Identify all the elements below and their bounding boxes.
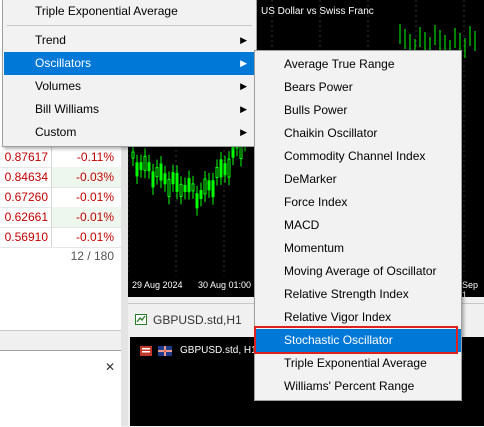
menu-item-demarker[interactable]: DeMarker [256, 168, 461, 191]
close-icon[interactable]: ✕ [105, 361, 117, 373]
daily-change: -0.11% [76, 150, 114, 164]
menu-item-bears-power[interactable]: Bears Power [256, 76, 461, 99]
menu-item-force-index[interactable]: Force Index [256, 191, 461, 214]
daily-change: -0.01% [75, 190, 114, 204]
menu-separator [7, 25, 252, 26]
bid-price: 0.87617 [4, 150, 48, 164]
menu-item-triple-exponential-average[interactable]: Triple Exponential Average [256, 352, 461, 375]
market-watch-row[interactable]: 0.84634 -0.03% [0, 167, 121, 188]
menu-item-label: Oscillators [35, 56, 92, 70]
bid-price: 0.62661 [4, 210, 48, 224]
chart-list-icon [140, 345, 152, 356]
triangle-right-icon: ▶ [240, 58, 247, 68]
triangle-right-icon: ▶ [240, 81, 247, 91]
chart-title: US Dollar vs Swiss Franc [261, 6, 374, 17]
menu-item-label: Volumes [35, 79, 82, 93]
chart-title: GBPUSD.std, H1 [180, 345, 257, 356]
candle-body [215, 167, 219, 179]
menu-item-moving-average-of-oscillator[interactable]: Moving Average of Oscillator [256, 260, 461, 283]
candle-body [207, 180, 211, 191]
candle-body [195, 193, 199, 209]
triangle-right-icon: ▶ [240, 127, 247, 137]
time-axis-label: Sep 1 [462, 280, 479, 297]
chart-tab-label[interactable]: GBPUSD.std,H1 [153, 313, 242, 327]
candle-body [187, 178, 191, 193]
time-axis-label: 30 Aug 01:00 [198, 280, 252, 290]
market-watch-row[interactable]: 0.87617 -0.11% [0, 147, 121, 168]
menu-item-volumes[interactable]: Volumes ▶ [4, 75, 255, 98]
candle-body [223, 163, 227, 176]
candle-body [155, 167, 159, 178]
menu-item-macd[interactable]: MACD [256, 214, 461, 237]
candle-body [219, 159, 223, 178]
candle-body [151, 171, 155, 188]
menu-item-trend[interactable]: Trend ▶ [4, 29, 255, 52]
market-watch-row[interactable]: 0.67260 -0.01% [0, 187, 121, 208]
candle-body [159, 163, 163, 181]
menu-item-williams-percent-range[interactable]: Williams' Percent Range [256, 375, 461, 398]
menu-item-label: Trend [35, 33, 66, 47]
menu-item-momentum[interactable]: Momentum [256, 237, 461, 260]
candle-body [183, 184, 187, 192]
candle-body [139, 162, 143, 171]
navigator-panel [0, 350, 121, 427]
menu-item-average-true-range[interactable]: Average True Range [256, 53, 461, 76]
menu-item-label: Bill Williams [35, 102, 99, 116]
daily-change: -0.01% [75, 210, 114, 224]
bid-price: 0.56910 [4, 230, 48, 244]
candle-body [179, 183, 183, 197]
candle-body [239, 145, 243, 160]
candle-body [163, 173, 167, 185]
candle-body [211, 180, 215, 198]
triangle-right-icon: ▶ [240, 104, 247, 114]
menu-item-chaikin-oscillator[interactable]: Chaikin Oscillator [256, 122, 461, 145]
market-watch-row[interactable]: 0.56910 -0.01% [0, 227, 121, 248]
candle-body [199, 190, 203, 200]
daily-change: -0.01% [75, 230, 114, 244]
menu-item-relative-strength-index[interactable]: Relative Strength Index [256, 283, 461, 306]
highlight-annotation-box [254, 326, 458, 354]
candle-body [131, 151, 135, 159]
market-watch-count: 12 / 180 [70, 249, 114, 263]
menu-item-commodity-channel-index[interactable]: Commodity Channel Index [256, 145, 461, 168]
menu-item-bulls-power[interactable]: Bulls Power [256, 99, 461, 122]
candle-body [175, 172, 179, 192]
candle-body [167, 178, 171, 197]
chart-icon [135, 314, 147, 325]
daily-change: -0.03% [75, 170, 114, 184]
menu-item-triple-exponential-average[interactable]: Triple Exponential Average [4, 0, 255, 23]
candle-body [191, 183, 195, 192]
bid-price: 0.84634 [4, 170, 48, 184]
menu-item-custom[interactable]: Custom ▶ [4, 121, 255, 144]
menu-item-oscillators[interactable]: Oscillators ▶ [4, 52, 255, 75]
candle-body [143, 155, 147, 171]
candle-body [135, 162, 139, 177]
candle-body [203, 178, 207, 195]
menu-item-bill-williams[interactable]: Bill Williams ▶ [4, 98, 255, 121]
triangle-right-icon: ▶ [240, 35, 247, 45]
candle-body [147, 162, 151, 172]
candle-body [171, 172, 175, 185]
market-watch-row[interactable]: 0.62661 -0.01% [0, 207, 121, 228]
menu-item-label: Custom [35, 125, 77, 139]
candle-body [227, 158, 231, 178]
flag-icon [158, 345, 172, 356]
indicators-menu: Triple Exponential Average Trend ▶ Oscil… [2, 0, 257, 147]
time-axis-label: 29 Aug 2024 [132, 280, 183, 290]
bid-price: 0.67260 [4, 190, 48, 204]
